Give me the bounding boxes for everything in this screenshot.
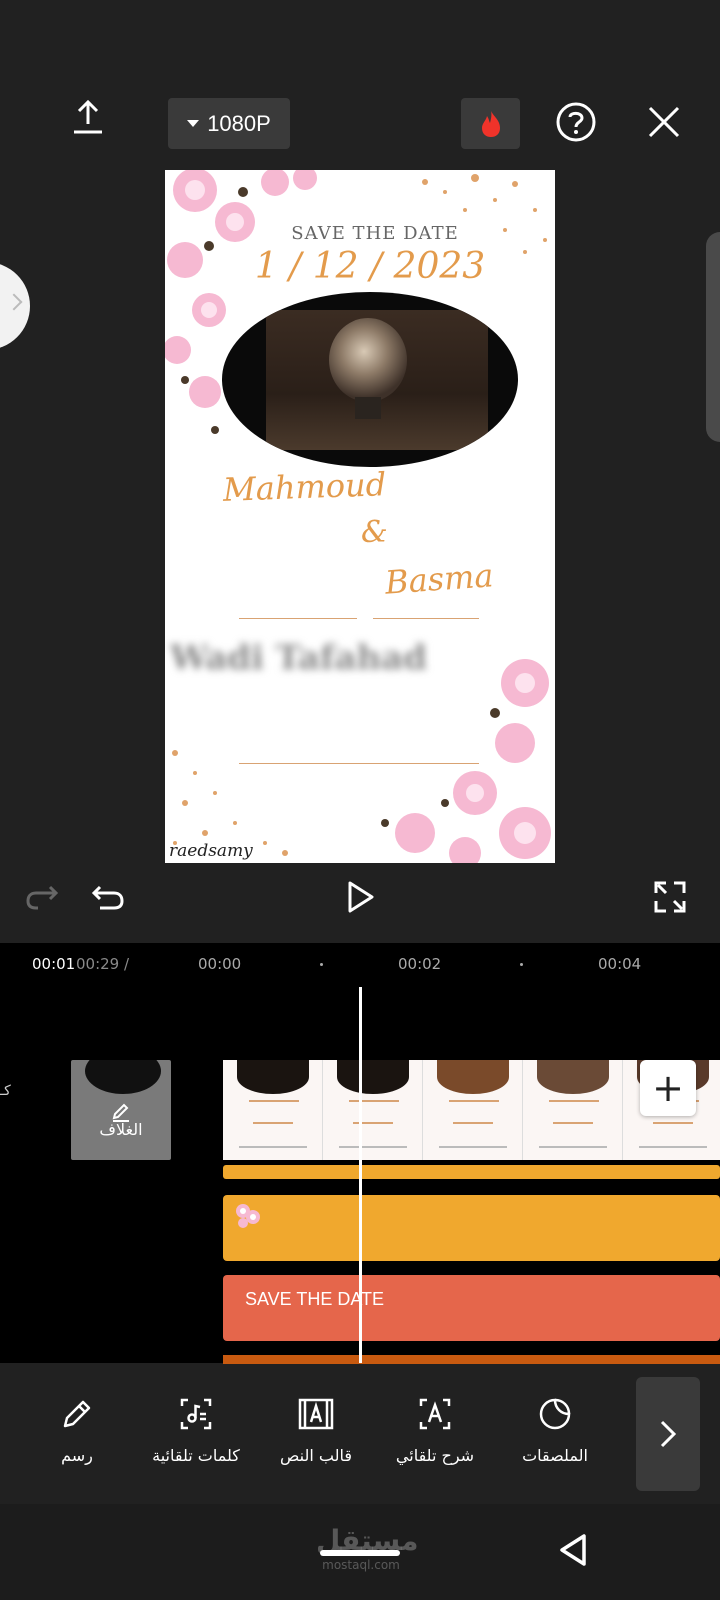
fullscreen-icon[interactable] <box>648 875 692 919</box>
close-icon[interactable] <box>642 100 686 144</box>
tool-label: كلمات تلقائية <box>152 1446 240 1465</box>
lightbulb-image <box>328 318 407 403</box>
tool-label: قالب النص <box>280 1446 352 1465</box>
system-nav-bar: مستقل mostaql.com <box>0 1504 720 1600</box>
home-gesture-bar[interactable] <box>320 1550 400 1556</box>
clip-thumbnail <box>323 1060 423 1160</box>
clip-thumbnail <box>423 1060 523 1160</box>
more-tools-button[interactable] <box>636 1377 700 1491</box>
draw-tool[interactable]: رسم <box>22 1394 132 1465</box>
text-template-tool[interactable]: قالب النص <box>261 1394 371 1465</box>
auto-caption-tool[interactable]: شرح تلقائي <box>380 1394 490 1465</box>
auto-caption-icon <box>419 1398 451 1430</box>
auto-lyrics-icon <box>180 1398 212 1430</box>
text-track[interactable]: SAVE THE DATE <box>223 1275 720 1341</box>
tick-dot <box>320 963 323 966</box>
tool-label: شرح تلقائي <box>395 1446 475 1465</box>
stickers-tool[interactable]: الملصقات <box>500 1394 610 1465</box>
event-date: 1 / 12 / 2023 <box>254 246 486 287</box>
time-tick: 00:00 <box>198 955 242 973</box>
back-icon[interactable] <box>554 1530 594 1570</box>
flowers-decoration <box>381 659 551 863</box>
divider <box>239 763 479 764</box>
playback-controls <box>0 875 720 919</box>
divider <box>373 618 479 619</box>
site-watermark-url: mostaql.com <box>322 1558 400 1572</box>
video-preview[interactable]: SAVE THE DATE 1 / 12 / 2023 Mahmoud & Ba… <box>165 170 555 863</box>
clip-thumbnail <box>223 1060 323 1160</box>
ampersand: & <box>361 515 388 550</box>
resolution-button[interactable]: 1080P <box>168 98 290 149</box>
right-panel-handle[interactable] <box>706 232 720 442</box>
sticker-icon <box>539 1398 571 1430</box>
upload-icon[interactable] <box>66 96 110 140</box>
resolution-label: 1080P <box>207 110 271 136</box>
cover-button[interactable]: الغلاف <box>71 1060 171 1160</box>
chevron-right-icon <box>660 1420 677 1448</box>
flower-sticker-icon <box>236 1204 260 1228</box>
tool-label: رسم <box>61 1446 93 1465</box>
blurred-text: Wadi Tafahad <box>170 638 428 678</box>
pencil-icon <box>63 1400 91 1428</box>
pro-button[interactable] <box>461 98 520 149</box>
chevron-right-icon <box>5 293 23 311</box>
clip-thumbnail <box>523 1060 623 1160</box>
timeline[interactable]: 00:01 00:29 / 00:00 00:02 00:04 كـ الغلا… <box>0 943 720 1365</box>
help-circle-icon[interactable] <box>554 100 598 144</box>
playhead[interactable] <box>359 987 362 1363</box>
time-tick: 00:02 <box>398 955 442 973</box>
undo-icon[interactable] <box>86 875 130 919</box>
creator-watermark: raedsamy <box>169 841 253 861</box>
text-track-label: SAVE THE DATE <box>245 1289 385 1309</box>
caret-down-icon <box>187 120 200 127</box>
cover-label: الغلاف <box>99 1120 143 1139</box>
video-clip-oval <box>222 292 518 467</box>
left-panel-handle[interactable] <box>0 262 30 350</box>
tool-label: الملصقات <box>522 1446 588 1465</box>
divider <box>239 618 357 619</box>
current-time: 00:01 <box>32 955 76 973</box>
save-the-date-heading: SAVE THE DATE <box>291 223 459 244</box>
effect-track[interactable] <box>223 1165 720 1179</box>
flame-icon <box>481 110 500 137</box>
groom-name: Mahmoud <box>222 465 387 509</box>
play-icon[interactable] <box>338 875 382 919</box>
plus-icon[interactable]: + <box>640 1060 696 1116</box>
audio-track-label[interactable]: كـ <box>0 1083 14 1099</box>
time-tick: 00:04 <box>598 955 642 973</box>
total-time: 00:29 / <box>76 955 130 973</box>
bottom-toolbar: رسم كلمات تلقائية قالب النص شرح تلقائي ا… <box>0 1364 720 1504</box>
top-bar: 1080P <box>0 96 720 149</box>
tick-dot <box>520 963 523 966</box>
redo-icon[interactable] <box>20 875 64 919</box>
text-template-icon <box>298 1398 334 1430</box>
sticker-track[interactable] <box>223 1195 720 1261</box>
bride-name: Basma <box>383 556 495 602</box>
auto-lyrics-tool[interactable]: كلمات تلقائية <box>141 1394 251 1465</box>
